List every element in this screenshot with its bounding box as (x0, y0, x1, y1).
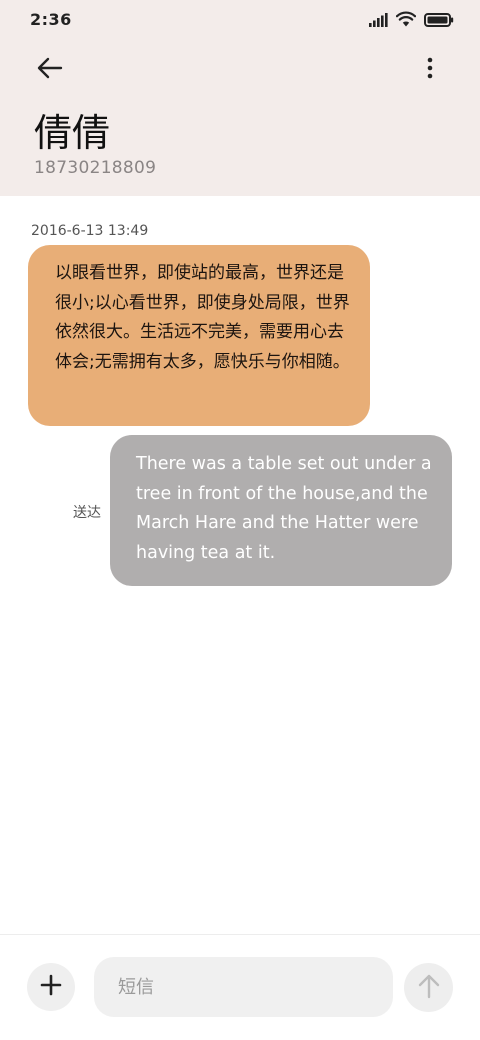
send-button[interactable] (404, 963, 453, 1012)
incoming-message-text: 以眼看世界，即使站的最高，世界还是很小;以心看世界，即使身处局限，世界依然很大。… (55, 263, 350, 372)
status-icons (369, 11, 454, 31)
plus-icon (40, 974, 62, 1000)
composer-divider (0, 934, 480, 935)
conversation-header: 2:36 倩倩 18730218809 (0, 0, 480, 196)
more-vertical-icon (427, 57, 433, 83)
message-timestamp: 2016-6-13 13:49 (31, 223, 149, 239)
status-time: 2:36 (30, 10, 72, 29)
incoming-message-bubble[interactable]: 以眼看世界，即使站的最高，世界还是很小;以心看世界，即使身处局限，世界依然很大。… (28, 245, 370, 426)
status-bar: 2:36 (0, 0, 480, 42)
contact-name: 倩倩 (34, 111, 111, 155)
outgoing-message-bubble[interactable]: There was a table set out under a tree i… (110, 435, 452, 586)
back-arrow-icon (37, 57, 63, 83)
outgoing-message-text: There was a table set out under a tree i… (136, 454, 432, 563)
back-button[interactable] (30, 50, 70, 90)
battery-icon (424, 12, 454, 31)
add-attachment-button[interactable] (27, 963, 75, 1011)
message-input[interactable] (94, 957, 393, 1017)
send-arrow-up-icon (418, 973, 440, 1003)
contact-number: 18730218809 (34, 158, 157, 178)
more-options-button[interactable] (410, 50, 450, 90)
delivery-status: 送达 (73, 505, 101, 521)
signal-icon (369, 12, 388, 31)
messaging-screen: 2:36 倩倩 18730218809 2016-6-13 13:49 以眼看世… (0, 0, 480, 1040)
wifi-icon (395, 11, 417, 31)
